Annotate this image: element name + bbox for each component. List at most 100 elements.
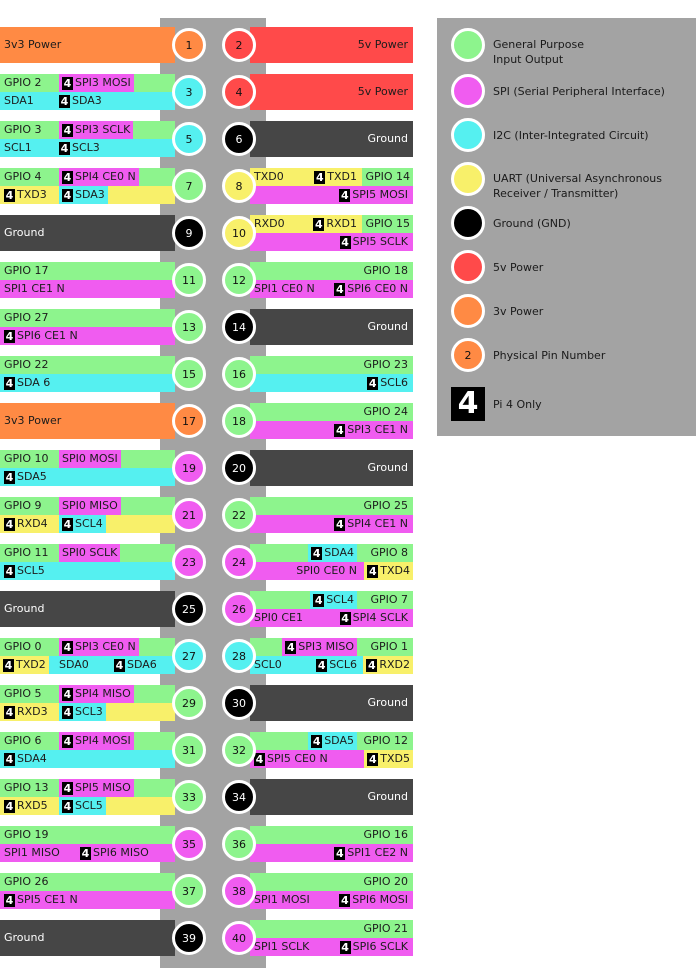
- pin-25: 25: [172, 592, 206, 626]
- pi4-only-badge: 4: [62, 517, 73, 531]
- pin-36: 36: [222, 827, 256, 861]
- pi4-only-badge: 4: [4, 329, 15, 343]
- right-function-strip: 4 SPI3 CE1 N: [250, 421, 413, 439]
- pin-function-label: 4 TXD4: [364, 562, 413, 580]
- pi4-only-badge: 4: [316, 658, 328, 672]
- pin-26: 26: [222, 592, 256, 626]
- pin-function-text: GPIO 2: [4, 76, 42, 89]
- pin-function-label: 4 RXD4: [4, 515, 48, 533]
- pi4-only-legend-badge: 4: [451, 387, 485, 421]
- pin-function-text: SCL4: [75, 517, 103, 530]
- pin-function-text: GPIO 6: [4, 734, 42, 747]
- left-function-strip: 4 RXD5 4 SCL5: [0, 797, 175, 815]
- right-function-strip: Ground: [250, 309, 413, 345]
- pi4-only-badge: 4: [62, 705, 73, 719]
- pin-function-text: TXD1: [327, 170, 357, 183]
- pin-function-text: SCL6: [329, 658, 357, 671]
- left-function-strip: Ground: [0, 591, 175, 627]
- pin-function-label: GPIO 15: [362, 215, 413, 233]
- pin-function-label: 4 SPI1 CE2 N: [334, 844, 408, 862]
- right-function-strip: 4 SPI5 SCLK: [250, 233, 413, 251]
- pin-function-label: 4 SPI3 CE1 N: [334, 421, 408, 439]
- pin-function-label: GPIO 8: [370, 544, 408, 562]
- pinout-diagram: 3v3 Power GPIO 2 4 SPI3 MOSI SDA1 4 SDA3 GPIO 3…: [0, 0, 696, 980]
- right-function-strip: 4 SCL6: [250, 374, 413, 392]
- pi4-only-badge: 4: [80, 846, 91, 860]
- pin-function-label: 4 SPI5 MISO: [59, 779, 134, 797]
- pin-10: 10: [222, 216, 256, 250]
- pin-function-label: GPIO 9: [4, 497, 42, 515]
- pin-function-text: GPIO 21: [363, 922, 408, 935]
- pin-function-text: SDA4: [324, 546, 354, 559]
- pin-function-label: GPIO 5: [4, 685, 42, 703]
- left-function-strip: 4 TXD3 4 SDA3: [0, 186, 175, 204]
- pin-function-text: SDA1: [4, 94, 34, 107]
- pi4-only-badge: 4: [4, 705, 15, 719]
- pin-function-label: Ground: [368, 779, 408, 815]
- left-function-strip: GPIO 22: [0, 356, 175, 374]
- pin-function-label: GPIO 2: [4, 74, 42, 92]
- right-function-strip: 4 SPI1 CE2 N: [250, 844, 413, 862]
- pin-function-text: GPIO 0: [4, 640, 42, 653]
- pin-function-text: SPI5 MISO: [75, 781, 131, 794]
- pin-function-label: SPI1 CE1 N: [4, 280, 65, 298]
- legend-label: Ground (GND): [493, 217, 571, 230]
- pin-function-text: SPI3 MISO: [298, 640, 354, 653]
- right-function-strip: Ground: [250, 121, 413, 157]
- pin-function-text: TXD2: [16, 658, 46, 671]
- pin-function-text: SDA6: [127, 658, 157, 671]
- pin-function-text: SCL5: [17, 564, 45, 577]
- pi4-only-badge: 4: [311, 734, 323, 748]
- pin-function-label: 5v Power: [358, 74, 408, 110]
- pin-function-label: SCL1: [4, 139, 32, 157]
- pin-17: 17: [172, 404, 206, 438]
- pin-27: 27: [172, 639, 206, 673]
- pin-function-text: GPIO 15: [365, 217, 410, 230]
- pin-function-text: SPI0 CE0 N: [296, 564, 357, 577]
- pin-function-label: 4 SCL3: [59, 703, 106, 721]
- pin-function-text: SPI0 SCLK: [62, 546, 118, 559]
- pin-function-text: GPIO 24: [363, 405, 408, 418]
- pin-function-text: RXD3: [17, 705, 48, 718]
- pin-40: 40: [222, 921, 256, 955]
- left-function-strip: 4 SDA 6: [0, 374, 175, 392]
- right-function-strip: Ground: [250, 779, 413, 815]
- pin-function-text: SPI5 CE0 N: [267, 752, 328, 765]
- pin-function-text: SPI4 SCLK: [352, 611, 408, 624]
- right-function-strip: GPIO 1 4 SPI3 MISO: [250, 638, 413, 656]
- pi4-only-badge: 4: [334, 846, 346, 860]
- right-function-strip: 5v Power: [250, 74, 413, 110]
- pin-2: 2: [222, 28, 256, 62]
- pin-function-text: GPIO 11: [4, 546, 49, 559]
- pin-function-text: TXD4: [380, 564, 410, 577]
- pi4-only-badge: 4: [339, 893, 351, 907]
- pin-function-text: GPIO 10: [4, 452, 49, 465]
- pin-function-label: 4 SPI4 CE1 N: [334, 515, 408, 533]
- pin-function-text: GPIO 25: [363, 499, 408, 512]
- pin-function-label: GPIO 27: [4, 309, 49, 327]
- pin-function-label: 4 TXD2: [0, 656, 49, 674]
- pin-function-text: SCL1: [4, 141, 32, 154]
- pin-function-text: RXD1: [326, 217, 357, 230]
- pin-function-label: 4 SPI6 CE1 N: [4, 327, 78, 345]
- left-function-strip: SPI1 CE1 N: [0, 280, 175, 298]
- pin-function-label: 4 SPI5 MOSI: [339, 186, 408, 204]
- pin-function-label: SPI1 SCLK: [254, 938, 309, 956]
- pin-function-label: 4 RXD2: [363, 656, 413, 674]
- pi4-only-badge: 4: [4, 752, 15, 766]
- pin-function-text: SPI1 CE2 N: [347, 846, 408, 859]
- pin-function-text: SPI1 CE0 N: [254, 282, 315, 295]
- legend-swatch-icon: [451, 294, 485, 328]
- left-function-strip: 4 RXD3 4 SCL3: [0, 703, 175, 721]
- pin-function-label: SPI0 MISO: [59, 497, 121, 515]
- pin-31: 31: [172, 733, 206, 767]
- pin-function-text: SPI3 MOSI: [75, 76, 131, 89]
- pin-7: 7: [172, 169, 206, 203]
- pi4-only-badge: 4: [62, 170, 73, 184]
- pin-function-label: 4 SPI5 SCLK: [339, 233, 408, 251]
- pi4-only-badge: 4: [339, 940, 351, 954]
- right-function-strip: 4 SPI4 SCLK SPI0 CE1: [250, 609, 413, 627]
- pin-function-label: SDA0: [59, 656, 89, 674]
- right-function-strip: GPIO 18: [250, 262, 413, 280]
- pin-function-text: SPI1 MOSI: [254, 893, 310, 906]
